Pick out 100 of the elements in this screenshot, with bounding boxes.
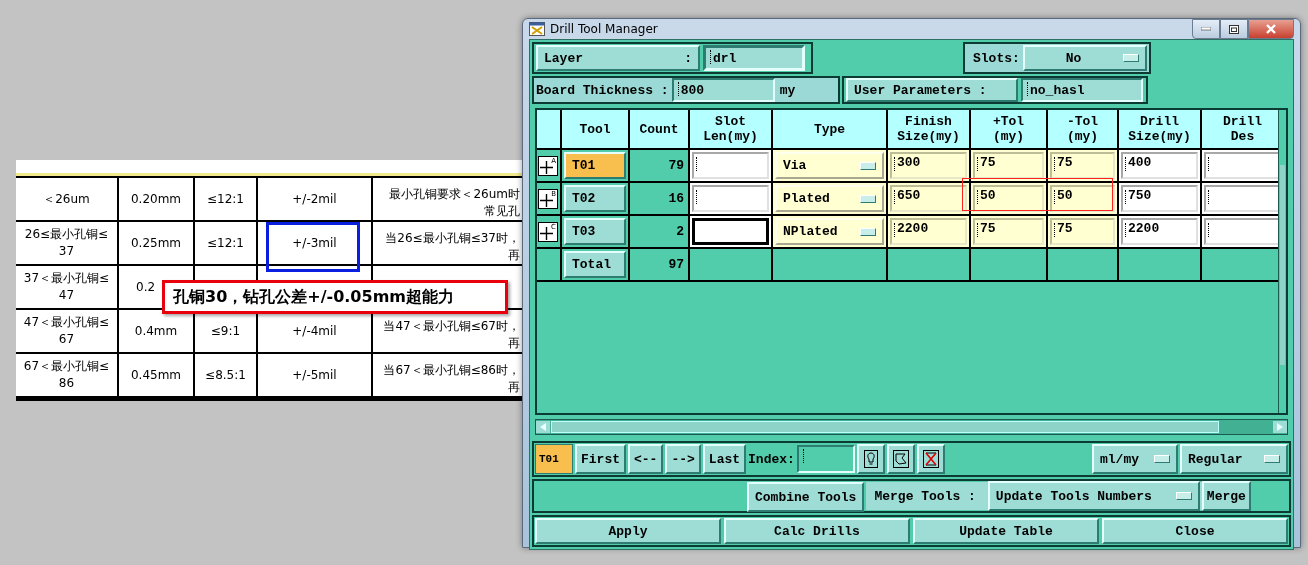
user-parameters-field[interactable]: no_hasl	[1021, 78, 1143, 102]
spreadsheet-cell: 再	[508, 247, 520, 264]
spreadsheet-cell: 当26≤最小孔铜≤37时，	[385, 230, 520, 247]
type-dropdown[interactable]: Plated	[775, 185, 884, 212]
close-button[interactable]	[1248, 19, 1294, 39]
plus-tolerance-field[interactable]: 75	[973, 152, 1044, 179]
maximize-button[interactable]	[1220, 19, 1248, 39]
type-dropdown[interactable]: Via	[775, 152, 884, 179]
index-label: Index:	[748, 451, 795, 467]
total-button[interactable]: Total	[564, 251, 626, 278]
merge-mode-dropdown[interactable]: Update Tools Numbers	[987, 481, 1200, 511]
action-button[interactable]: Close	[1102, 518, 1288, 544]
action-button[interactable]: Apply	[535, 518, 721, 544]
count-cell: 79	[668, 158, 684, 173]
spreadsheet-cell: 47＜最小孔铜≤ 67	[23, 314, 110, 348]
drill-des-field[interactable]	[1204, 185, 1281, 212]
plus-tolerance-field[interactable]: 75	[973, 218, 1044, 245]
tool-button[interactable]: T03	[564, 218, 626, 245]
action-button[interactable]: Calc Drills	[724, 518, 910, 544]
nav-button[interactable]: -->	[665, 444, 701, 474]
spreadsheet-cell: 再	[508, 379, 520, 396]
column-header: Drill Des	[1223, 114, 1262, 144]
drill-size-field[interactable]: 2200	[1121, 218, 1198, 245]
drill-des-field[interactable]	[1204, 218, 1281, 245]
callout-note: 孔铜30，钻孔公差+/-0.05mm超能力	[162, 280, 508, 314]
spreadsheet-cell: 0.25mm	[130, 234, 182, 252]
layer-field[interactable]: drl	[703, 45, 805, 71]
action-button[interactable]: Update Table	[913, 518, 1099, 544]
merge-tools-label: Merge Tools :	[874, 488, 977, 504]
spreadsheet-cell: ≤8.5:1	[205, 366, 246, 384]
unit-dropdown[interactable]: ml/my	[1092, 444, 1178, 474]
column-header: Slot Len(my)	[703, 114, 758, 144]
spreadsheet-cell: +/-5mil	[292, 366, 337, 384]
finish-size-field[interactable]: 300	[890, 152, 967, 179]
spreadsheet-cell: 26≤最小孔铜≤ 37	[24, 226, 109, 260]
outline-tool-button[interactable]	[886, 444, 915, 474]
column-header: +Tol (my)	[992, 114, 1025, 144]
maximize-icon	[1229, 24, 1239, 34]
lightbulb-button[interactable]	[856, 444, 885, 474]
minimize-button[interactable]	[1192, 19, 1220, 39]
spreadsheet-cell: 0.2	[136, 278, 156, 296]
tool-button[interactable]: T02	[564, 185, 626, 212]
unit-label: my	[778, 82, 796, 98]
type-dropdown[interactable]: NPlated	[775, 218, 884, 245]
drill-size-field[interactable]: 750	[1121, 185, 1198, 212]
count-cell: 2	[676, 224, 684, 239]
slots-dropdown[interactable]: No	[1022, 45, 1147, 71]
window-title: Drill Tool Manager	[550, 22, 658, 36]
tool-button[interactable]: T01	[564, 152, 626, 179]
board-thickness-label: Board Thickness :	[536, 82, 669, 98]
scroll-thumb[interactable]	[551, 421, 1219, 433]
spreadsheet-cell: +/-3mil	[292, 234, 337, 252]
drill-des-field[interactable]	[1204, 152, 1281, 179]
slot-length-field[interactable]	[692, 152, 769, 179]
spreadsheet-cell: 当47＜最小孔铜≤67时，	[383, 318, 520, 335]
drill-size-field[interactable]: 400	[1121, 152, 1198, 179]
dropdown-indicator-icon	[1154, 455, 1170, 463]
delete-button[interactable]	[916, 444, 945, 474]
combine-tools-button[interactable]: Combine Tools	[747, 482, 865, 512]
minus-tolerance-field[interactable]: 50	[1050, 185, 1115, 212]
plus-icon	[540, 226, 553, 240]
nav-button[interactable]: <--	[628, 444, 664, 474]
spreadsheet-cell: 最小孔铜要求＜26um时	[389, 186, 520, 203]
slot-length-field[interactable]	[692, 218, 769, 245]
spreadsheet-cell: 0.45mm	[130, 366, 182, 384]
count-cell: 16	[668, 191, 684, 206]
spreadsheet-cell: 0.4mm	[134, 322, 178, 340]
spreadsheet-cell: 0.20mm	[130, 190, 182, 208]
dropdown-indicator-icon	[1264, 455, 1280, 463]
dropdown-indicator-icon	[1123, 54, 1139, 62]
spreadsheet-cell: 37＜最小孔铜≤ 47	[23, 270, 110, 304]
finish-size-field[interactable]: 2200	[890, 218, 967, 245]
spreadsheet-cell: ＜26um	[43, 190, 90, 208]
slot-length-field[interactable]	[692, 185, 769, 212]
index-field[interactable]	[796, 445, 855, 473]
spreadsheet-cell: ≤12:1	[207, 190, 244, 208]
spreadsheet-cell: 67＜最小孔铜≤ 86	[23, 358, 110, 392]
plus-icon	[540, 160, 553, 174]
user-parameters-button[interactable]: User Parameters :	[846, 78, 1018, 102]
scroll-thumb[interactable]	[1280, 165, 1285, 365]
minus-tolerance-field[interactable]: 75	[1050, 218, 1115, 245]
outline-icon	[892, 450, 909, 468]
nav-button[interactable]: First	[575, 444, 626, 474]
plus-tolerance-field[interactable]: 50	[973, 185, 1044, 212]
spreadsheet-cell: +/-4mil	[292, 322, 337, 340]
total-count: 97	[668, 257, 684, 272]
vertical-scrollbar[interactable]	[1278, 110, 1286, 413]
dropdown-indicator-icon	[1175, 492, 1192, 500]
layer-button[interactable]: Layer :	[536, 45, 700, 71]
mode-dropdown[interactable]: Regular	[1180, 444, 1288, 474]
finish-size-field[interactable]: 650	[890, 185, 967, 212]
dropdown-indicator-icon	[860, 161, 876, 170]
nav-button[interactable]: Last	[702, 444, 747, 474]
horizontal-scrollbar[interactable]	[535, 419, 1288, 435]
spreadsheet-cell: +/-2mil	[292, 190, 337, 208]
merge-button[interactable]: Merge	[1201, 481, 1251, 511]
board-thickness-field[interactable]: 800	[671, 78, 775, 102]
plus-icon	[540, 193, 553, 207]
minus-tolerance-field[interactable]: 75	[1050, 152, 1115, 179]
spreadsheet-cell: ≤12:1	[207, 234, 244, 252]
